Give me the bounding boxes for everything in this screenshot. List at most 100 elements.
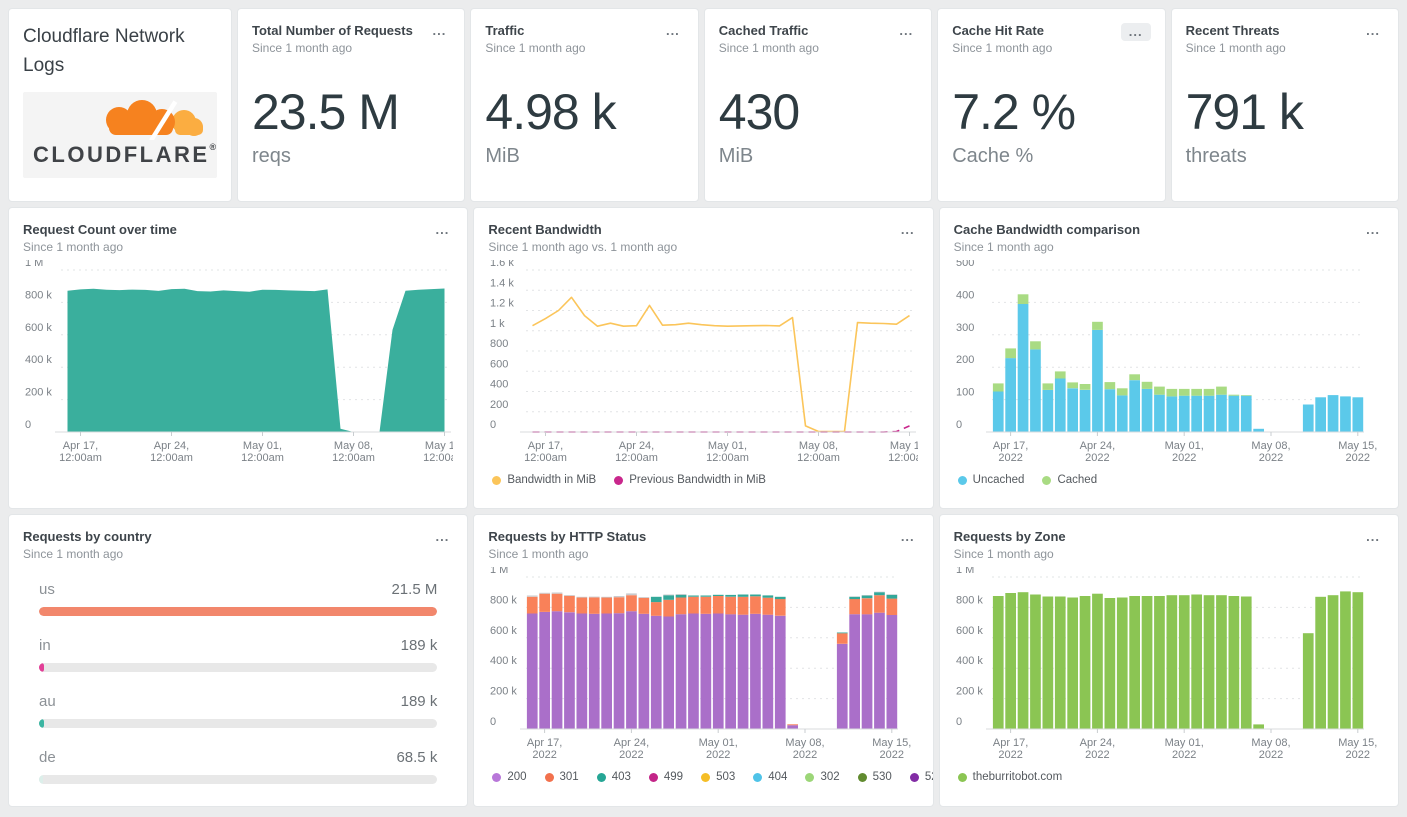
panel-title: Recent Threats <box>1186 23 1286 38</box>
country-value: 189 k <box>401 637 438 654</box>
legend-label: Previous Bandwidth in MiB <box>629 474 766 486</box>
legend-label: Bandwidth in MiB <box>507 474 596 486</box>
svg-text:Apr 17,: Apr 17, <box>993 440 1028 452</box>
country-label: au <box>39 693 56 710</box>
country-row-us: us21.5 M <box>39 581 437 616</box>
svg-text:1.4 k: 1.4 k <box>490 277 514 289</box>
chart-legend <box>23 468 453 492</box>
panel-requests-by-country: Requests by country Since 1 month ago ..… <box>8 514 468 807</box>
svg-text:1 M: 1 M <box>956 567 974 576</box>
panel-subtitle: Since 1 month ago <box>23 547 152 561</box>
panel-title: Cache Hit Rate <box>952 23 1052 38</box>
svg-text:0: 0 <box>956 419 962 431</box>
svg-text:200: 200 <box>490 399 508 411</box>
svg-text:1 M: 1 M <box>490 567 508 576</box>
panel-title: Cached Traffic <box>719 23 819 38</box>
stat-card-cache-hit-rate: Cache Hit Rate Since 1 month ago ... 7.2… <box>937 8 1165 202</box>
country-row-au: au 189 k <box>39 693 437 728</box>
legend-item-404[interactable]: 404 <box>753 771 787 783</box>
http-status-chart: 1 M800 k600 k400 k200 k0Apr 17,2022Apr 2… <box>488 567 918 765</box>
svg-text:Apr 17,: Apr 17, <box>63 440 98 452</box>
stat-value: 4.98 k <box>485 83 683 141</box>
legend-item-Bandwidth in MiB[interactable]: Bandwidth in MiB <box>492 474 596 486</box>
svg-text:2022: 2022 <box>1172 452 1196 464</box>
svg-text:12:00am: 12:00am <box>59 452 102 464</box>
legend-item-526[interactable]: 526 <box>910 771 934 783</box>
svg-text:600: 600 <box>490 358 508 370</box>
panel-menu-button[interactable]: ... <box>1362 23 1384 39</box>
stat-unit: reqs <box>252 145 450 168</box>
svg-text:2022: 2022 <box>1345 749 1369 761</box>
svg-text:12:00am: 12:00am <box>241 452 284 464</box>
cache-bandwidth-chart: 5004003002001000Apr 17,2022Apr 24,2022Ma… <box>954 260 1384 468</box>
legend-item-Previous Bandwidth in MiB[interactable]: Previous Bandwidth in MiB <box>614 474 766 486</box>
svg-text:0: 0 <box>25 419 31 431</box>
middle-row: Request Count over time Since 1 month ag… <box>8 207 1399 509</box>
panel-menu-button[interactable]: ... <box>1362 529 1384 545</box>
svg-text:2022: 2022 <box>533 749 557 761</box>
panel-request-count-over-time: Request Count over time Since 1 month ag… <box>8 207 468 509</box>
svg-text:May 01,: May 01, <box>1164 737 1203 749</box>
panel-menu-button[interactable]: ... <box>662 23 684 39</box>
legend-item-Cached[interactable]: Cached <box>1042 474 1097 486</box>
svg-text:2022: 2022 <box>1085 749 1109 761</box>
svg-text:600 k: 600 k <box>25 322 52 334</box>
svg-text:Apr 17,: Apr 17, <box>527 737 562 749</box>
svg-text:Apr 24,: Apr 24, <box>619 440 654 452</box>
country-label: in <box>39 637 51 654</box>
legend-item-theburritobot.com[interactable]: theburritobot.com <box>958 771 1063 783</box>
dashboard-header-card: Cloudflare Network Logs CLOUDFLARE® <box>8 8 232 202</box>
svg-text:200 k: 200 k <box>25 387 52 399</box>
stat-unit: MiB <box>719 145 917 168</box>
svg-text:May 08,: May 08, <box>1251 440 1290 452</box>
legend-item-530[interactable]: 530 <box>858 771 892 783</box>
svg-text:1 k: 1 k <box>490 318 505 330</box>
stat-card-total-requests: Total Number of Requests Since 1 month a… <box>237 8 465 202</box>
legend-label: theburritobot.com <box>973 771 1063 783</box>
panel-menu-button[interactable]: ... <box>431 529 453 545</box>
country-value: 189 k <box>401 693 438 710</box>
svg-text:1.6 k: 1.6 k <box>490 260 514 269</box>
chart-legend: 200301403499503404302530526524 <box>488 765 918 789</box>
svg-text:200 k: 200 k <box>490 686 517 698</box>
legend-item-302[interactable]: 302 <box>805 771 839 783</box>
legend-item-301[interactable]: 301 <box>545 771 579 783</box>
cloudflare-wordmark: CLOUDFLARE® <box>33 142 207 168</box>
panel-subtitle: Since 1 month ago <box>954 240 1140 254</box>
panel-subtitle: Since 1 month ago <box>488 547 646 561</box>
panel-recent-bandwidth: Recent Bandwidth Since 1 month ago vs. 1… <box>473 207 933 509</box>
panel-menu-button[interactable]: ... <box>1362 222 1384 238</box>
svg-text:Apr 17,: Apr 17, <box>993 737 1028 749</box>
svg-text:12:00am: 12:00am <box>797 452 840 464</box>
svg-text:May 01,: May 01, <box>699 737 738 749</box>
svg-text:400 k: 400 k <box>956 655 983 667</box>
legend-dot <box>597 773 606 782</box>
panel-menu-button[interactable]: ... <box>1121 23 1151 41</box>
svg-text:Apr 24,: Apr 24, <box>1079 440 1114 452</box>
stat-card-traffic: Traffic Since 1 month ago ... 4.98 k MiB <box>470 8 698 202</box>
legend-item-200[interactable]: 200 <box>492 771 526 783</box>
panel-subtitle: Since 1 month ago vs. 1 month ago <box>488 240 677 254</box>
svg-text:2022: 2022 <box>1258 749 1282 761</box>
legend-item-499[interactable]: 499 <box>649 771 683 783</box>
panel-menu-button[interactable]: ... <box>897 529 919 545</box>
panel-subtitle: Since 1 month ago <box>23 240 177 254</box>
country-bar-track <box>39 607 437 616</box>
legend-item-403[interactable]: 403 <box>597 771 631 783</box>
panel-title: Cache Bandwidth comparison <box>954 222 1140 237</box>
svg-text:May 08,: May 08, <box>1251 737 1290 749</box>
svg-text:May 08,: May 08, <box>799 440 838 452</box>
svg-text:Apr 24,: Apr 24, <box>154 440 189 452</box>
panel-menu-button[interactable]: ... <box>429 23 451 39</box>
dashboard-title: Cloudflare Network Logs <box>23 23 217 80</box>
panel-title: Requests by HTTP Status <box>488 529 646 544</box>
panel-menu-button[interactable]: ... <box>431 222 453 238</box>
legend-item-Uncached[interactable]: Uncached <box>958 474 1025 486</box>
legend-item-503[interactable]: 503 <box>701 771 735 783</box>
panel-menu-button[interactable]: ... <box>897 222 919 238</box>
panel-menu-button[interactable]: ... <box>895 23 917 39</box>
legend-label: 301 <box>560 771 579 783</box>
svg-text:12:00am: 12:00am <box>888 452 918 464</box>
top-row: Cloudflare Network Logs CLOUDFLARE® Tota… <box>8 8 1399 202</box>
svg-text:0: 0 <box>956 716 962 728</box>
